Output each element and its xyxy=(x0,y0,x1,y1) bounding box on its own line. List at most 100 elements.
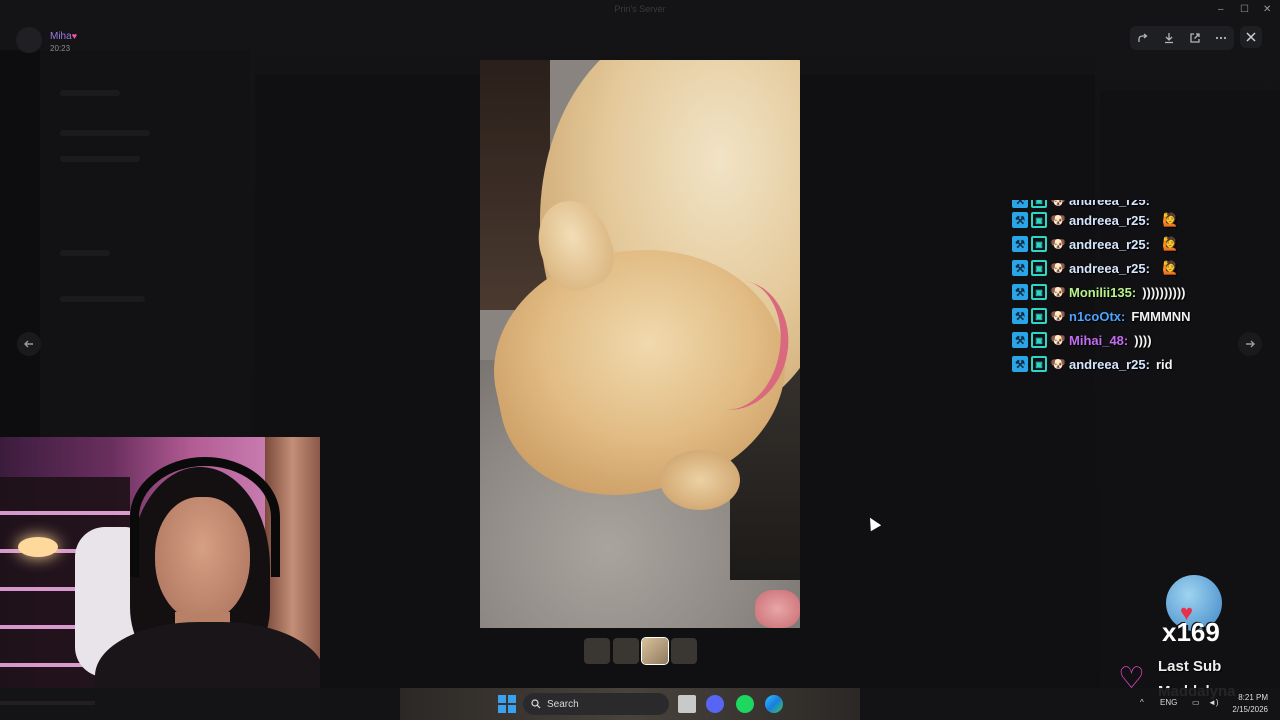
download-icon xyxy=(1165,33,1173,44)
channel-line xyxy=(60,156,140,162)
emote-badge-icon: 🐶 xyxy=(1050,333,1066,347)
sub-count: x169 xyxy=(1162,617,1220,647)
pink-toy xyxy=(755,590,800,628)
stream-chat-overlay: ⚒ ▣ 🐶 andreea_r25: ⚒ ▣ 🐶 andreea_r25: 🙋 ⚒ ▣ 🐶 an… xyxy=(1012,200,1272,376)
minimize-button[interactable]: – xyxy=(1218,4,1224,15)
thumbnail[interactable] xyxy=(584,638,610,664)
taskbar-search[interactable]: Search xyxy=(523,693,669,715)
thumbnail[interactable] xyxy=(613,638,639,664)
channel-line xyxy=(60,90,120,96)
webcam-overlay xyxy=(0,437,320,720)
chat-row: ⚒ ▣ 🐶 andreea_r25: 🙋 xyxy=(1012,208,1272,232)
sub-badge-icon: ▣ xyxy=(1031,308,1047,324)
edge-icon[interactable] xyxy=(765,695,783,713)
emote-badge-icon: 🐶 xyxy=(1050,200,1066,208)
pickaxe-badge-icon: ⚒ xyxy=(1012,260,1028,276)
chat-message: rid xyxy=(1155,356,1173,372)
window-close-button[interactable]: ✕ xyxy=(1263,4,1271,15)
chat-row: ⚒ ▣ 🐶 andreea_r25: 🙋 xyxy=(1012,232,1272,256)
previous-button[interactable] xyxy=(17,332,41,356)
chat-row: ⚒ ▣ 🐶 Monilii135:)))))))))) xyxy=(1012,280,1272,304)
clock-date: 2/15/2026 xyxy=(1232,705,1268,714)
chat-emote: 🙋 xyxy=(1161,260,1179,275)
viewer-toolbar xyxy=(1130,26,1234,50)
download-button[interactable] xyxy=(1160,29,1178,47)
emote-badge-icon: 🐶 xyxy=(1050,357,1066,371)
pickaxe-badge-icon: ⚒ xyxy=(1012,284,1028,300)
user-panel[interactable]: Miha♥ 20:23 xyxy=(16,26,77,53)
start-button[interactable] xyxy=(498,695,516,713)
window-title: Prin's Server xyxy=(614,4,666,14)
last-sub-widget: ♥ x169 ♡ Last Sub Maddalyna xyxy=(1118,575,1280,705)
chat-row-partial: ⚒ ▣ 🐶 andreea_r25: xyxy=(1012,200,1272,208)
sub-badge-icon: ▣ xyxy=(1031,200,1047,208)
file-explorer-icon[interactable] xyxy=(678,695,696,713)
volume-icon[interactable]: ◄) xyxy=(1208,698,1219,707)
heart-icon: ♥ xyxy=(71,31,78,41)
last-sub-label: Last Sub xyxy=(1158,658,1222,675)
chat-user: Monilii135: xyxy=(1069,284,1137,300)
open-external-icon xyxy=(1190,33,1200,43)
sub-badge-icon: ▣ xyxy=(1031,332,1047,348)
pickaxe-badge-icon: ⚒ xyxy=(1012,308,1028,324)
discord-icon[interactable] xyxy=(706,695,724,713)
close-icon xyxy=(1246,32,1256,42)
chat-user: n1coOtx: xyxy=(1069,308,1126,324)
chat-message: )))))))))) xyxy=(1142,284,1186,300)
chat-emote: 🙋 xyxy=(1161,236,1179,251)
chat-message: FMMMNN xyxy=(1131,308,1191,324)
image-viewer-media[interactable] xyxy=(480,60,800,628)
webcam-lamp xyxy=(18,537,58,557)
chat-message: )))) xyxy=(1134,332,1152,348)
user-name: Miha xyxy=(50,31,72,42)
chat-user: andreea_r25: xyxy=(1069,200,1150,208)
open-external-button[interactable] xyxy=(1186,29,1204,47)
chat-row: ⚒ ▣ 🐶 andreea_r25: rid xyxy=(1012,352,1272,376)
pickaxe-badge-icon: ⚒ xyxy=(1012,200,1028,208)
pickaxe-badge-icon: ⚒ xyxy=(1012,332,1028,348)
chat-row: ⚒ ▣ 🐶 andreea_r25: 🙋 xyxy=(1012,256,1272,280)
close-viewer-button[interactable] xyxy=(1240,26,1262,48)
photo-wall xyxy=(480,60,550,310)
thumbnail[interactable] xyxy=(671,638,697,664)
arrow-left-icon xyxy=(24,340,33,348)
thumbnail-active[interactable] xyxy=(641,637,669,665)
search-icon xyxy=(531,699,541,709)
channel-line xyxy=(60,130,150,136)
forward-button[interactable] xyxy=(1134,29,1152,47)
emote-badge-icon: 🐶 xyxy=(1050,237,1066,251)
emote-badge-icon: 🐶 xyxy=(1050,309,1066,323)
search-label: Search xyxy=(547,698,579,710)
thumbnail-strip xyxy=(584,637,697,665)
taskbar-clock[interactable]: 8:21 PM 2/15/2026 xyxy=(1224,692,1268,716)
clock-time: 8:21 PM xyxy=(1238,693,1268,702)
pickaxe-badge-icon: ⚒ xyxy=(1012,212,1028,228)
sub-badge-icon: ▣ xyxy=(1031,212,1047,228)
cat-paw xyxy=(660,450,740,510)
avatar[interactable] xyxy=(16,26,42,53)
network-icon[interactable]: ▭ xyxy=(1192,698,1200,707)
maximize-button[interactable]: ☐ xyxy=(1240,4,1249,15)
sub-badge-icon: ▣ xyxy=(1031,260,1047,276)
spotify-icon[interactable] xyxy=(736,695,754,713)
emote-badge-icon: 🐶 xyxy=(1050,261,1066,275)
headset xyxy=(130,457,280,577)
more-icon xyxy=(1215,36,1227,40)
tray-chevron-icon[interactable]: ^ xyxy=(1140,698,1144,707)
sub-badge-icon: ▣ xyxy=(1031,284,1047,300)
chat-row: ⚒ ▣ 🐶 Mihai_48:)))) xyxy=(1012,328,1272,352)
language-indicator[interactable]: ENG xyxy=(1160,698,1177,707)
chat-user: andreea_r25: xyxy=(1069,212,1150,228)
pickaxe-badge-icon: ⚒ xyxy=(1012,356,1028,372)
more-button[interactable] xyxy=(1212,29,1230,47)
chat-user: Mihai_48: xyxy=(1069,332,1129,348)
chat-user: andreea_r25: xyxy=(1069,356,1150,372)
user-time: 20:23 xyxy=(50,44,71,53)
chat-user: andreea_r25: xyxy=(1069,260,1150,276)
channel-line xyxy=(60,250,110,256)
chat-emote: 🙋 xyxy=(1161,212,1179,227)
emote-badge-icon: 🐶 xyxy=(1050,213,1066,227)
sub-badge-icon: ▣ xyxy=(1031,356,1047,372)
chat-user: andreea_r25: xyxy=(1069,236,1150,252)
pickaxe-badge-icon: ⚒ xyxy=(1012,236,1028,252)
